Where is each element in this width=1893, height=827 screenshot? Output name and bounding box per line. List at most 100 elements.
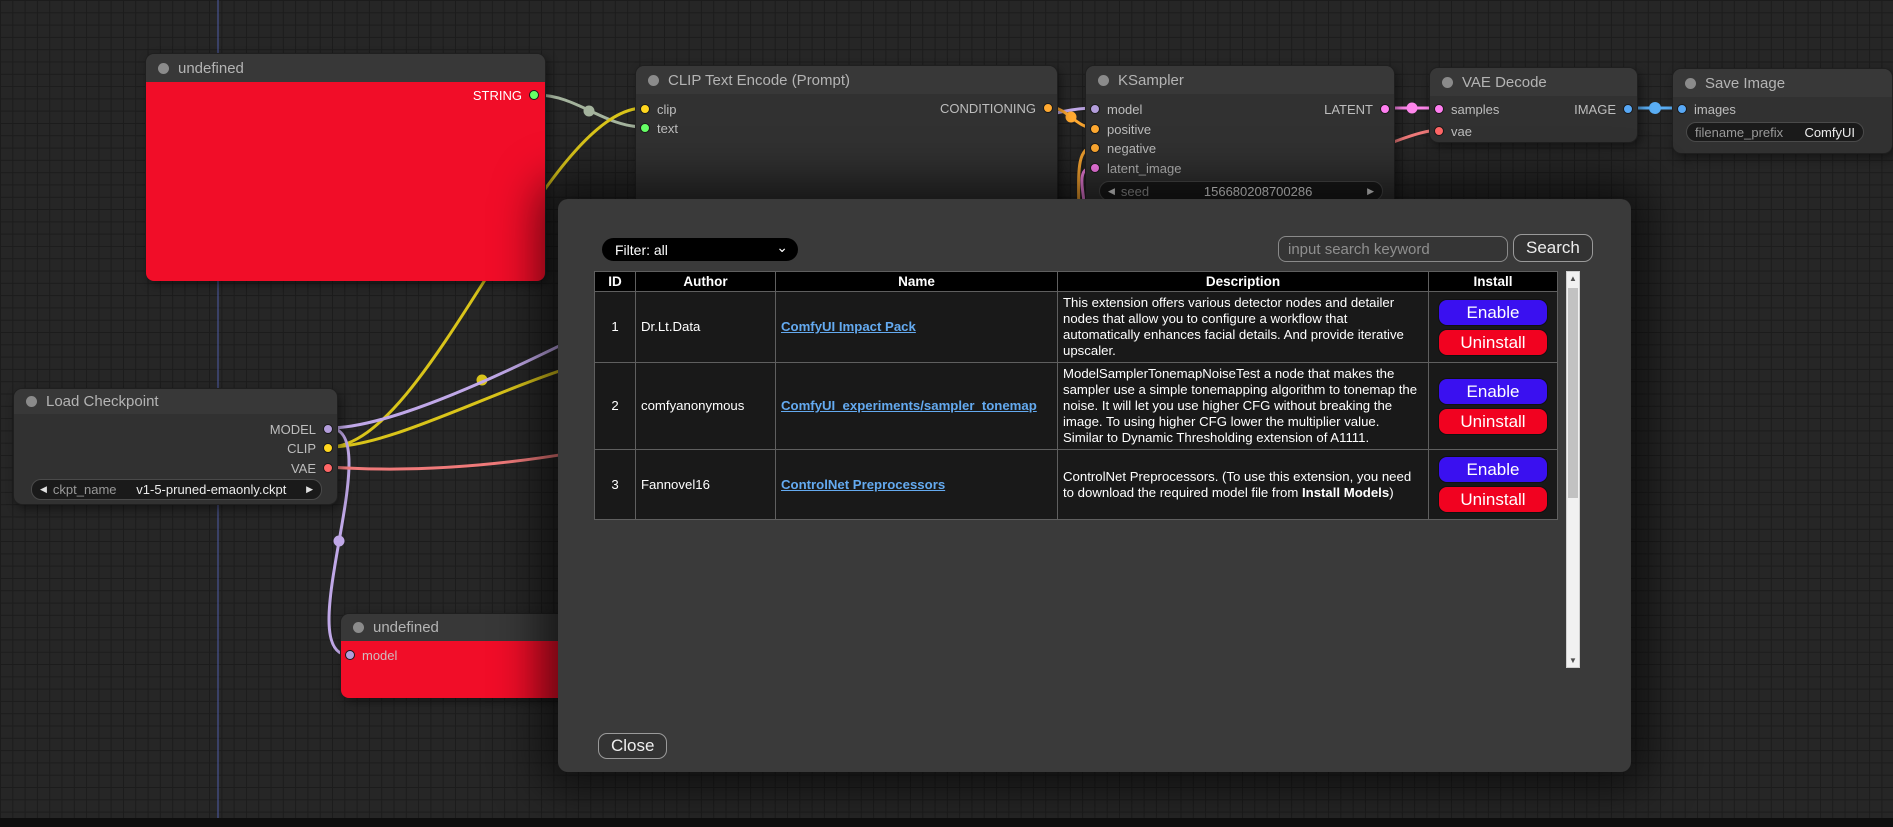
vae-port-icon[interactable] [1434, 126, 1444, 136]
row-author: Fannovel16 [636, 450, 776, 520]
scroll-down-icon[interactable]: ▼ [1567, 656, 1579, 665]
close-button[interactable]: Close [598, 733, 667, 759]
image-port-icon[interactable] [1677, 104, 1687, 114]
uninstall-button[interactable]: Uninstall [1438, 486, 1548, 513]
model-port-icon[interactable] [323, 424, 333, 434]
row-author: comfyanonymous [636, 363, 776, 450]
row-description: This extension offers various detector n… [1058, 292, 1429, 363]
search-button[interactable]: Search [1513, 234, 1593, 262]
output-conditioning: CONDITIONING [940, 99, 1053, 117]
output-model: MODEL [270, 420, 333, 438]
model-port-icon[interactable] [1090, 104, 1100, 114]
output-latent: LATENT [1324, 100, 1390, 118]
node-vae-decode[interactable]: VAE Decode samples vae IMAGE [1429, 67, 1638, 143]
filename-prefix-value[interactable]: ComfyUI [1789, 125, 1855, 140]
filename-prefix-widget[interactable]: filename_prefix ComfyUI [1686, 122, 1864, 142]
output-vae: VAE [291, 459, 333, 477]
wire-dot-image [1649, 102, 1661, 114]
input-images: images [1677, 100, 1736, 118]
decrement-arrow-icon[interactable]: ◀ [1108, 186, 1115, 197]
node-save-image[interactable]: Save Image images filename_prefix ComfyU… [1672, 68, 1893, 154]
input-samples: samples [1434, 100, 1499, 118]
filter-select[interactable]: Filter: all [602, 238, 798, 261]
node-title-bar[interactable]: KSampler [1086, 66, 1394, 94]
clip-port-icon[interactable] [640, 104, 650, 114]
search-input[interactable] [1278, 236, 1508, 262]
header-author: Author [636, 272, 776, 292]
wire-dot-latent [1407, 103, 1418, 114]
header-id: ID [595, 272, 636, 292]
latent-port-icon[interactable] [1380, 104, 1390, 114]
input-negative: negative [1090, 139, 1156, 157]
extension-link[interactable]: ControlNet Preprocessors [781, 477, 945, 492]
wire-dot-string [584, 106, 595, 117]
table-scrollbar[interactable]: ▲ ▼ [1566, 271, 1580, 668]
uninstall-button[interactable]: Uninstall [1438, 408, 1548, 435]
node-title: Save Image [1705, 75, 1785, 92]
node-ksampler[interactable]: KSampler model positive negative latent_… [1085, 65, 1395, 209]
node-clip-text-encode[interactable]: CLIP Text Encode (Prompt) clip text COND… [635, 65, 1058, 215]
row-id: 2 [595, 363, 636, 450]
filter-select-wrap: Filter: all ⌄ [602, 238, 798, 261]
enable-button[interactable]: Enable [1438, 456, 1548, 483]
clip-port-icon[interactable] [323, 443, 333, 453]
input-model: model [1090, 100, 1142, 118]
increment-arrow-icon[interactable]: ▶ [1367, 186, 1374, 197]
node-title-bar[interactable]: Load Checkpoint [14, 389, 337, 414]
seed-value[interactable]: 156680208700286 [1155, 184, 1361, 199]
collapse-dot-icon[interactable] [648, 75, 659, 86]
node-undefined-string[interactable]: undefined STRING [145, 53, 546, 281]
node-title: VAE Decode [1462, 74, 1547, 91]
ckpt-name-value[interactable]: v1-5-pruned-emaonly.ckpt [123, 482, 301, 497]
input-positive: positive [1090, 120, 1151, 138]
enable-button[interactable]: Enable [1438, 378, 1548, 405]
output-image: IMAGE [1574, 100, 1633, 118]
output-clip: CLIP [287, 439, 333, 457]
collapse-dot-icon[interactable] [353, 622, 364, 633]
decrement-arrow-icon[interactable]: ◀ [40, 484, 47, 495]
collapse-dot-icon[interactable] [1098, 75, 1109, 86]
string-port-icon[interactable] [529, 90, 539, 100]
extension-link[interactable]: ComfyUI_experiments/sampler_tonemap [781, 398, 1037, 413]
input-clip: clip [640, 100, 677, 118]
conditioning-port-icon[interactable] [1090, 143, 1100, 153]
input-text: text [640, 119, 678, 137]
conditioning-port-icon[interactable] [1043, 103, 1053, 113]
row-id: 3 [595, 450, 636, 520]
scrollbar-thumb[interactable] [1568, 288, 1578, 498]
node-title-bar[interactable]: Save Image [1673, 69, 1892, 97]
node-error-body: STRING [146, 82, 545, 281]
vae-port-icon[interactable] [323, 463, 333, 473]
node-title-bar[interactable]: undefined [146, 54, 545, 82]
extension-manager-dialog: Filter: all ⌄ Search ID Author Name Desc… [558, 199, 1631, 772]
extension-link[interactable]: ComfyUI Impact Pack [781, 319, 916, 334]
row-description: ControlNet Preprocessors. (To use this e… [1058, 450, 1429, 520]
latent-port-icon[interactable] [1090, 163, 1100, 173]
wire-dot-cond [1066, 112, 1077, 123]
node-title-bar[interactable]: VAE Decode [1430, 68, 1637, 96]
node-load-checkpoint[interactable]: Load Checkpoint MODEL CLIP VAE ◀ ckpt_na… [13, 388, 338, 505]
scroll-up-icon[interactable]: ▲ [1567, 274, 1579, 283]
header-install: Install [1429, 272, 1558, 292]
node-title-bar[interactable]: CLIP Text Encode (Prompt) [636, 66, 1057, 94]
node-title: undefined [373, 619, 439, 636]
increment-arrow-icon[interactable]: ▶ [306, 484, 313, 495]
model-port-icon[interactable] [345, 650, 355, 660]
wire-dot-model [334, 536, 345, 547]
image-port-icon[interactable] [1623, 104, 1633, 114]
row-author: Dr.Lt.Data [636, 292, 776, 363]
latent-port-icon[interactable] [1434, 104, 1444, 114]
ckpt-name-widget[interactable]: ◀ ckpt_name v1-5-pruned-emaonly.ckpt ▶ [31, 479, 322, 500]
conditioning-port-icon[interactable] [1090, 124, 1100, 134]
text-port-icon[interactable] [640, 123, 650, 133]
input-latent-image: latent_image [1090, 159, 1181, 177]
collapse-dot-icon[interactable] [1442, 77, 1453, 88]
row-description: ModelSamplerTonemapNoiseTest a node that… [1058, 363, 1429, 450]
collapse-dot-icon[interactable] [1685, 78, 1696, 89]
enable-button[interactable]: Enable [1438, 299, 1548, 326]
seed-widget[interactable]: ◀ seed 156680208700286 ▶ [1099, 181, 1383, 201]
collapse-dot-icon[interactable] [158, 63, 169, 74]
node-graph-canvas[interactable]: undefined STRING CLIP Text Encode (Promp… [0, 0, 1893, 827]
collapse-dot-icon[interactable] [26, 396, 37, 407]
uninstall-button[interactable]: Uninstall [1438, 329, 1548, 356]
